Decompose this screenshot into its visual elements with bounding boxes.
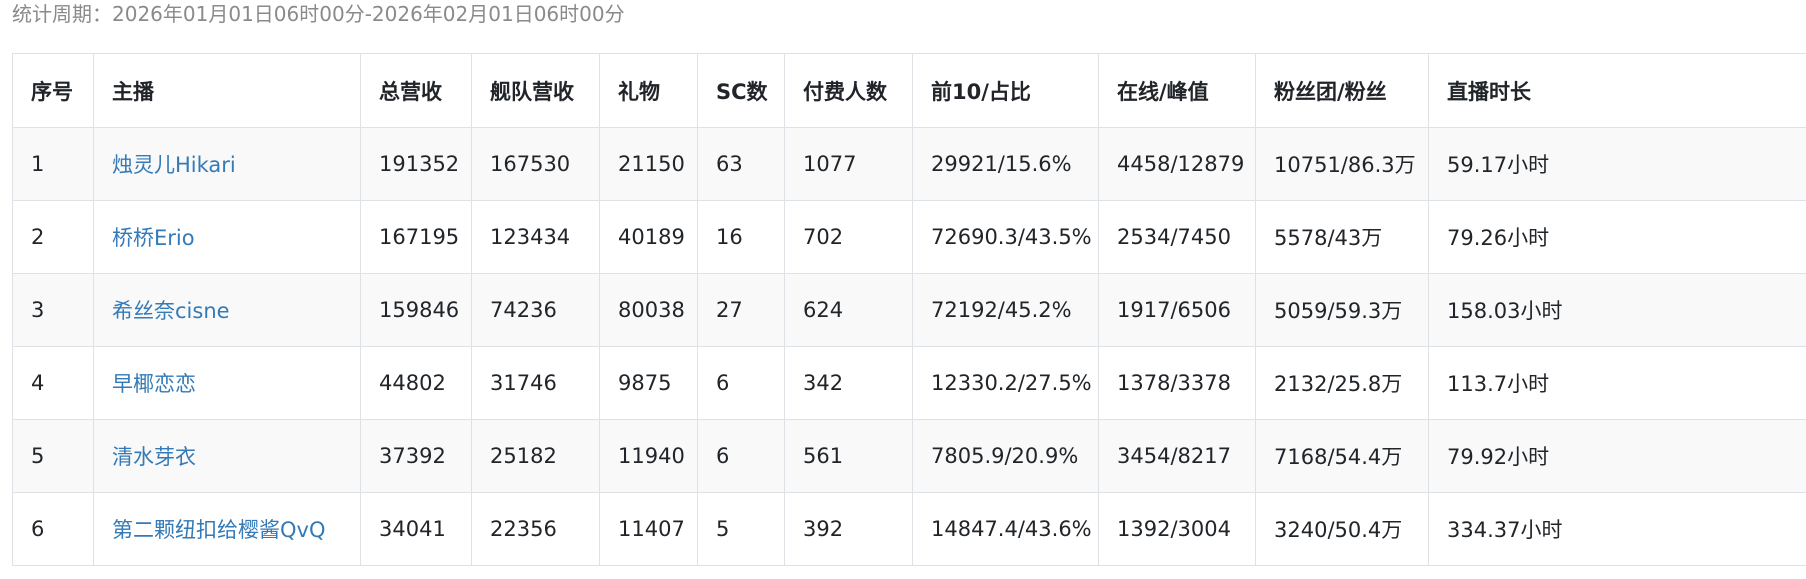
header-top10-share: 前10/占比	[912, 53, 1099, 128]
header-sc-count: SC数	[697, 53, 785, 128]
cell-paying-users: 561	[784, 419, 913, 493]
cell-sc-count: 16	[697, 200, 785, 274]
table-row: 2 桥桥Erio 167195 123434 40189 16 702 7269…	[12, 200, 1806, 274]
cell-fleet-revenue: 22356	[471, 492, 600, 566]
cell-rank: 1	[12, 127, 94, 201]
table-row: 3 希丝奈cisne 159846 74236 80038 27 624 721…	[12, 273, 1806, 347]
cell-fleet-revenue: 74236	[471, 273, 600, 347]
streamer-link[interactable]: 清水芽衣	[112, 445, 196, 469]
cell-rank: 5	[12, 419, 94, 493]
cell-top10-share: 72690.3/43.5%	[912, 200, 1099, 274]
cell-fleet-revenue: 167530	[471, 127, 600, 201]
cell-sc-count: 27	[697, 273, 785, 347]
cell-top10-share: 72192/45.2%	[912, 273, 1099, 347]
cell-fleet-revenue: 123434	[471, 200, 600, 274]
cell-online-peak: 2534/7450	[1098, 200, 1256, 274]
cell-online-peak: 1378/3378	[1098, 346, 1256, 420]
cell-gifts: 11940	[599, 419, 698, 493]
header-rank: 序号	[12, 53, 94, 128]
streamer-link[interactable]: 早椰恋恋	[112, 372, 196, 396]
cell-fanclub-fans: 2132/25.8万	[1255, 346, 1429, 420]
table-row: 5 清水芽衣 37392 25182 11940 6 561 7805.9/20…	[12, 419, 1806, 493]
cell-fanclub-fans: 5578/43万	[1255, 200, 1429, 274]
cell-top10-share: 12330.2/27.5%	[912, 346, 1099, 420]
cell-sc-count: 6	[697, 346, 785, 420]
cell-streamer: 清水芽衣	[93, 419, 361, 493]
header-streamer: 主播	[93, 53, 361, 128]
cell-online-peak: 3454/8217	[1098, 419, 1256, 493]
cell-total-revenue: 37392	[360, 419, 472, 493]
cell-fleet-revenue: 25182	[471, 419, 600, 493]
table-row: 4 早椰恋恋 44802 31746 9875 6 342 12330.2/27…	[12, 346, 1806, 420]
cell-online-peak: 1917/6506	[1098, 273, 1256, 347]
header-online-peak: 在线/峰值	[1098, 53, 1256, 128]
cell-top10-share: 7805.9/20.9%	[912, 419, 1099, 493]
cell-gifts: 9875	[599, 346, 698, 420]
streamer-link[interactable]: 桥桥Erio	[112, 226, 195, 250]
cell-total-revenue: 191352	[360, 127, 472, 201]
cell-rank: 2	[12, 200, 94, 274]
cell-gifts: 11407	[599, 492, 698, 566]
streamer-link[interactable]: 第二颗纽扣给樱酱QvQ	[112, 518, 326, 542]
cell-live-duration: 79.26小时	[1428, 200, 1806, 274]
cell-sc-count: 63	[697, 127, 785, 201]
header-total-revenue: 总营收	[360, 53, 472, 128]
cell-paying-users: 392	[784, 492, 913, 566]
header-fanclub-fans: 粉丝团/粉丝	[1255, 53, 1429, 128]
cell-fanclub-fans: 3240/50.4万	[1255, 492, 1429, 566]
cell-fanclub-fans: 10751/86.3万	[1255, 127, 1429, 201]
cell-total-revenue: 34041	[360, 492, 472, 566]
cell-rank: 4	[12, 346, 94, 420]
stat-period: 统计周期：2026年01月01日06时00分-2026年02月01日06时00分	[12, 2, 625, 26]
ranking-table: 序号 主播 总营收 舰队营收 礼物 SC数 付费人数 前10/占比 在线/峰值 …	[12, 53, 1806, 566]
streamer-link[interactable]: 烛灵儿Hikari	[112, 153, 236, 177]
cell-fanclub-fans: 7168/54.4万	[1255, 419, 1429, 493]
cell-live-duration: 158.03小时	[1428, 273, 1806, 347]
cell-paying-users: 1077	[784, 127, 913, 201]
table-header-row: 序号 主播 总营收 舰队营收 礼物 SC数 付费人数 前10/占比 在线/峰值 …	[12, 53, 1806, 128]
cell-total-revenue: 167195	[360, 200, 472, 274]
cell-online-peak: 1392/3004	[1098, 492, 1256, 566]
cell-total-revenue: 159846	[360, 273, 472, 347]
cell-sc-count: 6	[697, 419, 785, 493]
cell-streamer: 早椰恋恋	[93, 346, 361, 420]
header-fleet-revenue: 舰队营收	[471, 53, 600, 128]
table-row: 1 烛灵儿Hikari 191352 167530 21150 63 1077 …	[12, 127, 1806, 201]
cell-streamer: 烛灵儿Hikari	[93, 127, 361, 201]
cell-live-duration: 334.37小时	[1428, 492, 1806, 566]
cell-streamer: 希丝奈cisne	[93, 273, 361, 347]
table-row: 6 第二颗纽扣给樱酱QvQ 34041 22356 11407 5 392 14…	[12, 492, 1806, 566]
cell-live-duration: 113.7小时	[1428, 346, 1806, 420]
cell-paying-users: 342	[784, 346, 913, 420]
cell-paying-users: 624	[784, 273, 913, 347]
cell-gifts: 80038	[599, 273, 698, 347]
streamer-link[interactable]: 希丝奈cisne	[112, 299, 230, 323]
cell-total-revenue: 44802	[360, 346, 472, 420]
cell-live-duration: 59.17小时	[1428, 127, 1806, 201]
cell-top10-share: 29921/15.6%	[912, 127, 1099, 201]
header-gifts: 礼物	[599, 53, 698, 128]
header-paying-users: 付费人数	[784, 53, 913, 128]
cell-fleet-revenue: 31746	[471, 346, 600, 420]
header-live-duration: 直播时长	[1428, 53, 1806, 128]
cell-fanclub-fans: 5059/59.3万	[1255, 273, 1429, 347]
cell-top10-share: 14847.4/43.6%	[912, 492, 1099, 566]
cell-online-peak: 4458/12879	[1098, 127, 1256, 201]
cell-rank: 3	[12, 273, 94, 347]
cell-live-duration: 79.92小时	[1428, 419, 1806, 493]
cell-gifts: 40189	[599, 200, 698, 274]
cell-gifts: 21150	[599, 127, 698, 201]
cell-sc-count: 5	[697, 492, 785, 566]
cell-paying-users: 702	[784, 200, 913, 274]
ranking-table-container: 序号 主播 总营收 舰队营收 礼物 SC数 付费人数 前10/占比 在线/峰值 …	[12, 53, 1806, 566]
cell-streamer: 桥桥Erio	[93, 200, 361, 274]
cell-rank: 6	[12, 492, 94, 566]
cell-streamer: 第二颗纽扣给樱酱QvQ	[93, 492, 361, 566]
